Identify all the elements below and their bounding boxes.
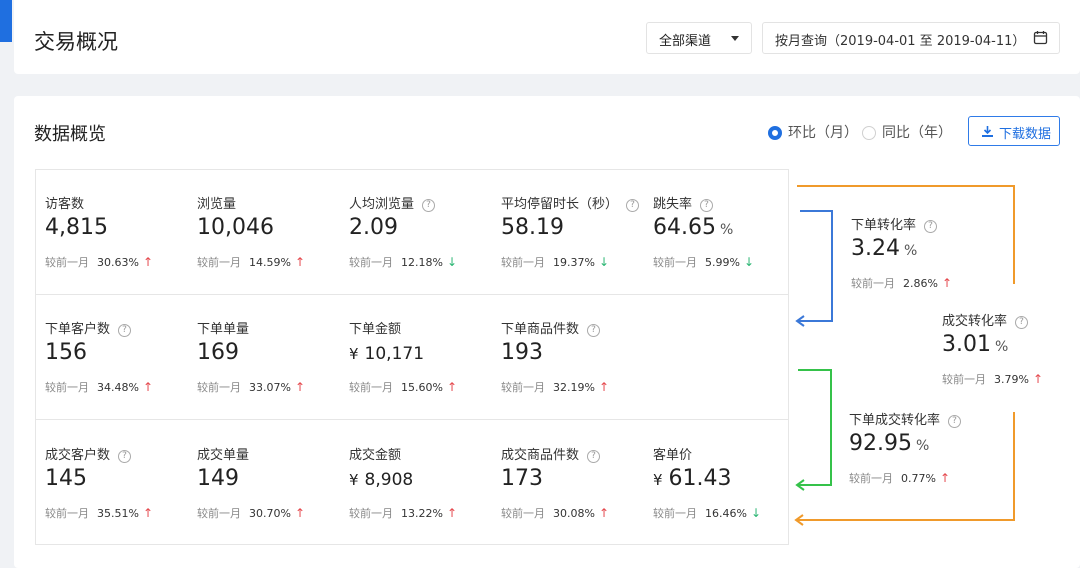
flow-arrow-blue [795,210,833,327]
flow-arrow-green [795,369,832,491]
conversion-flow-arrows [794,185,1015,526]
flow-arrow-orange [794,185,1015,526]
